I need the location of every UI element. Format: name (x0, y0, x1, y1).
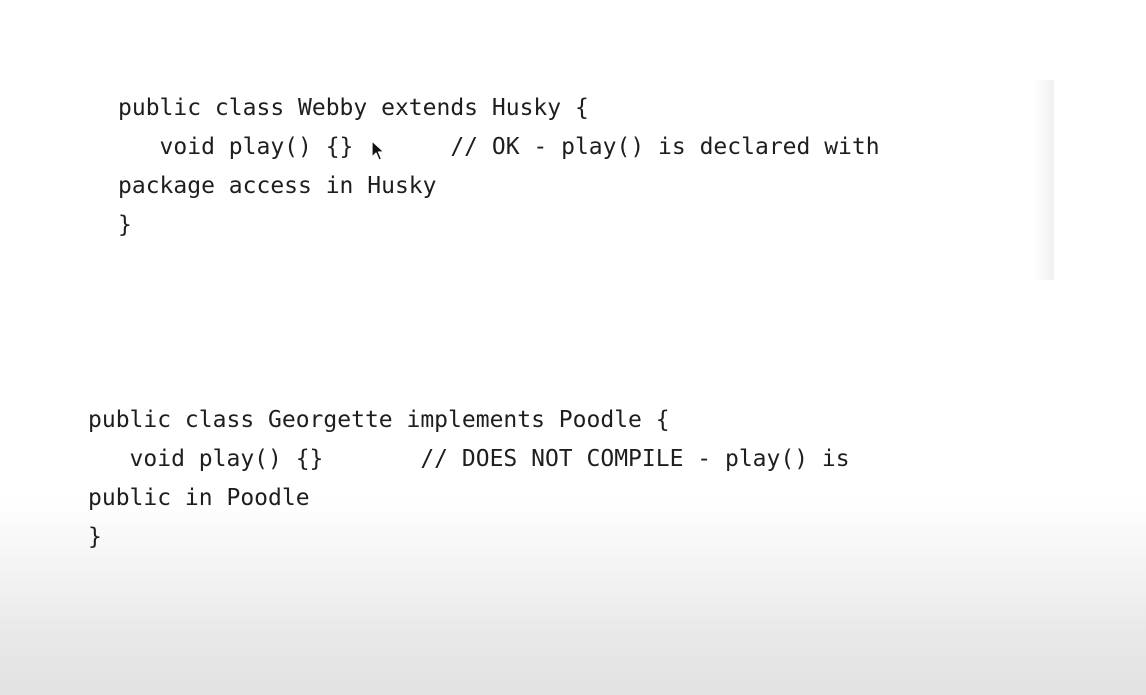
code-line: } (88, 524, 102, 550)
code-line: package access in Husky (118, 173, 437, 199)
code-line: public in Poodle (88, 485, 310, 511)
code-line: public class Webby extends Husky { (118, 95, 589, 121)
code-line: void play() {} // DOES NOT COMPILE - pla… (88, 446, 850, 472)
code-line: void play() {} // OK - play() is declare… (118, 134, 880, 160)
slide-panel-edge (1032, 80, 1054, 280)
code-line: public class Georgette implements Poodle… (88, 407, 670, 433)
code-line: } (118, 212, 132, 238)
mouse-pointer-icon (371, 140, 385, 161)
code-snippet-webby: public class Webby extends Husky { void … (118, 89, 880, 245)
code-snippet-georgette: public class Georgette implements Poodle… (88, 401, 850, 557)
